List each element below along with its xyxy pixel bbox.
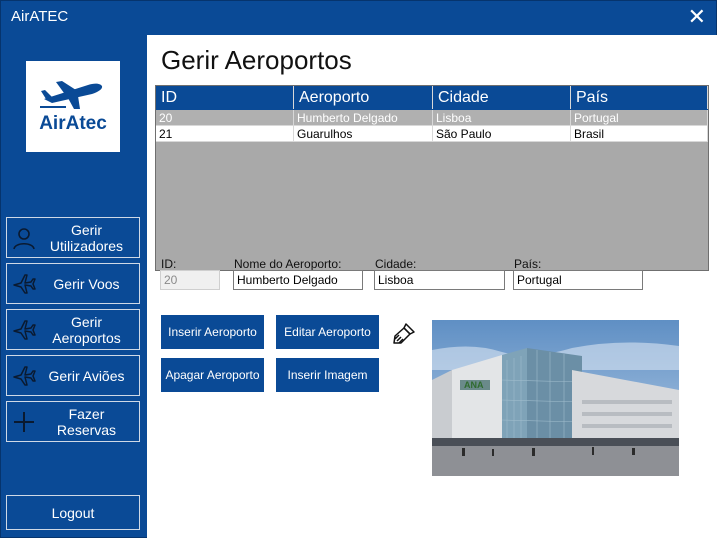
insert-airport-button[interactable]: Inserir Aeroporto xyxy=(161,315,264,349)
close-icon[interactable]: ✕ xyxy=(688,4,706,30)
airports-table[interactable]: ID Aeroporto Cidade País 20 Humberto Del… xyxy=(155,85,709,271)
sidebar-item-label: Gerir Utilizadores xyxy=(49,221,124,254)
airport-name-field[interactable]: Humberto Delgado xyxy=(233,270,363,290)
city-field[interactable]: Lisboa xyxy=(374,270,505,290)
table-cell: 20 xyxy=(156,110,294,126)
id-label: ID: xyxy=(161,257,177,271)
column-header-id[interactable]: ID xyxy=(156,86,294,109)
airport-photo: ANA xyxy=(432,320,679,476)
table-cell: Portugal xyxy=(571,110,708,126)
table-row[interactable]: 21 Guarulhos São Paulo Brasil xyxy=(156,126,708,142)
sidebar-item-gerir-aeroportos[interactable]: Gerir Aeroportos xyxy=(6,309,140,350)
country-field[interactable]: Portugal xyxy=(513,270,643,290)
sidebar-item-label: Gerir Aviões xyxy=(48,367,125,384)
column-header-pais[interactable]: País xyxy=(571,86,708,109)
table-cell: 21 xyxy=(156,126,294,142)
airplane-icon xyxy=(10,362,38,390)
column-header-aeroporto[interactable]: Aeroporto xyxy=(294,86,433,109)
insert-image-button[interactable]: Inserir Imagem xyxy=(276,358,379,392)
id-field: 20 xyxy=(160,270,220,290)
logo-text: AirAtec xyxy=(39,112,107,134)
user-icon xyxy=(10,224,38,252)
airplane-icon xyxy=(40,80,103,109)
airplane-icon xyxy=(10,316,38,344)
delete-airport-button[interactable]: Apagar Aeroporto xyxy=(161,358,264,392)
sidebar-item-gerir-avioes[interactable]: Gerir Aviões xyxy=(6,355,140,396)
sidebar-item-gerir-voos[interactable]: Gerir Voos xyxy=(6,263,140,304)
airport-name-label: Nome do Aeroporto: xyxy=(234,257,342,271)
airplane-icon xyxy=(10,270,38,298)
city-label: Cidade: xyxy=(375,257,417,271)
country-label: País: xyxy=(514,257,542,271)
table-header: ID Aeroporto Cidade País xyxy=(156,86,708,110)
table-cell: Brasil xyxy=(571,126,708,142)
page-title: Gerir Aeroportos xyxy=(161,45,352,75)
table-cell: Guarulhos xyxy=(294,126,433,142)
sidebar-item-fazer-reservas[interactable]: Fazer Reservas xyxy=(6,401,140,442)
app-window: AirATEC ✕ AirAtec Gerir Utilizadores Ger… xyxy=(0,0,717,538)
sidebar-item-label: Fazer Reservas xyxy=(56,405,117,438)
sidebar-item-label: Gerir Aeroportos xyxy=(52,313,121,346)
table-cell: Lisboa xyxy=(433,110,571,126)
plus-icon xyxy=(10,408,38,436)
column-header-cidade[interactable]: Cidade xyxy=(433,86,571,109)
main-panel: Gerir Aeroportos ID Aeroporto Cidade Paí… xyxy=(147,35,717,538)
window-title: AirATEC xyxy=(11,8,69,25)
logout-button[interactable]: Logout xyxy=(6,495,140,530)
table-cell: São Paulo xyxy=(433,126,571,142)
brush-icon[interactable] xyxy=(391,321,417,347)
sidebar-item-gerir-utilizadores[interactable]: Gerir Utilizadores xyxy=(6,217,140,258)
svg-text:ANA: ANA xyxy=(464,380,484,390)
sidebar-item-label: Gerir Voos xyxy=(53,275,120,292)
edit-airport-button[interactable]: Editar Aeroporto xyxy=(276,315,379,349)
title-bar: AirATEC ✕ xyxy=(1,1,717,35)
table-row[interactable]: 20 Humberto Delgado Lisboa Portugal xyxy=(156,110,708,126)
airatec-logo: AirAtec xyxy=(26,61,120,152)
table-cell: Humberto Delgado xyxy=(294,110,433,126)
